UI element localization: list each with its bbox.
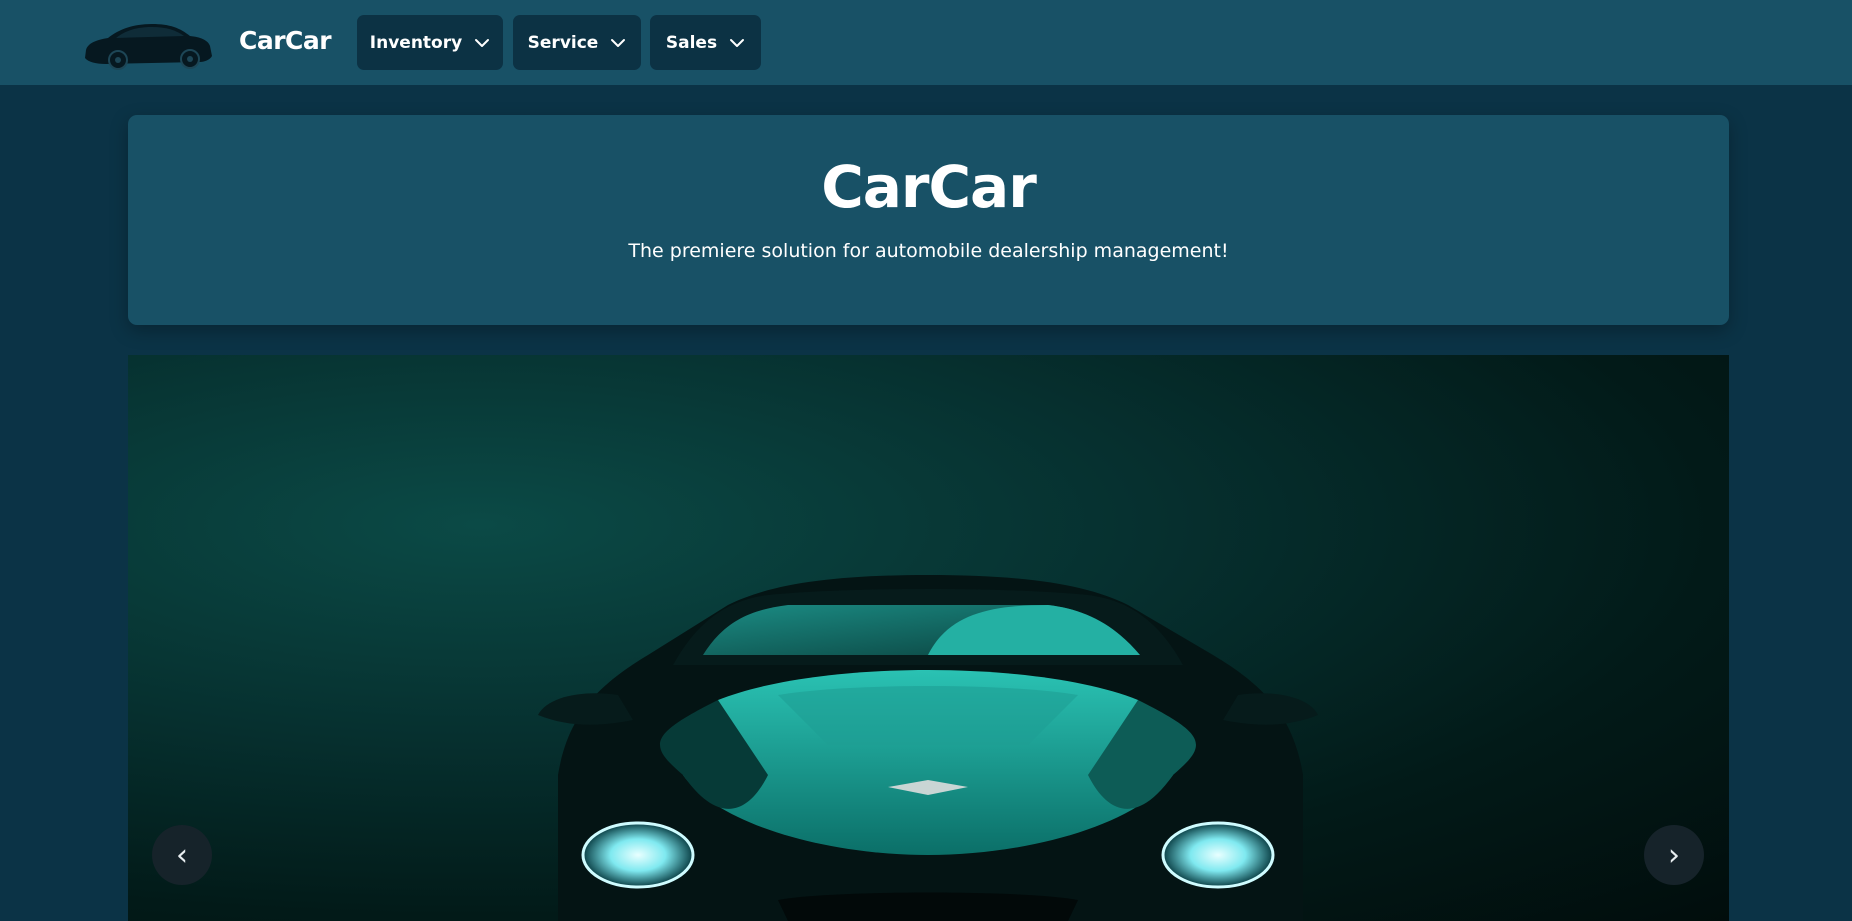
chevron-down-icon xyxy=(475,38,490,47)
carousel-next-button[interactable]: › xyxy=(1644,825,1704,885)
car-silhouette-icon[interactable] xyxy=(82,16,216,70)
navbar: CarCar Inventory Service Sales xyxy=(0,0,1852,85)
inventory-menu-button[interactable]: Inventory xyxy=(357,15,503,70)
brand-name[interactable]: CarCar xyxy=(239,26,332,55)
service-menu-button[interactable]: Service xyxy=(513,15,641,70)
image-carousel: ‹ › xyxy=(128,355,1729,921)
sports-car-image xyxy=(538,575,1318,921)
inventory-menu-label: Inventory xyxy=(369,32,463,53)
service-menu-label: Service xyxy=(527,32,599,53)
sales-menu-button[interactable]: Sales xyxy=(650,15,761,70)
hero-title: CarCar xyxy=(821,153,1037,221)
hero-subtitle: The premiere solution for automobile dea… xyxy=(628,240,1229,262)
carousel-prev-button[interactable]: ‹ xyxy=(152,825,212,885)
chevron-down-icon xyxy=(611,38,626,47)
hero-banner: CarCar The premiere solution for automob… xyxy=(128,115,1729,325)
sales-menu-label: Sales xyxy=(665,32,718,53)
chevron-down-icon xyxy=(730,38,745,47)
